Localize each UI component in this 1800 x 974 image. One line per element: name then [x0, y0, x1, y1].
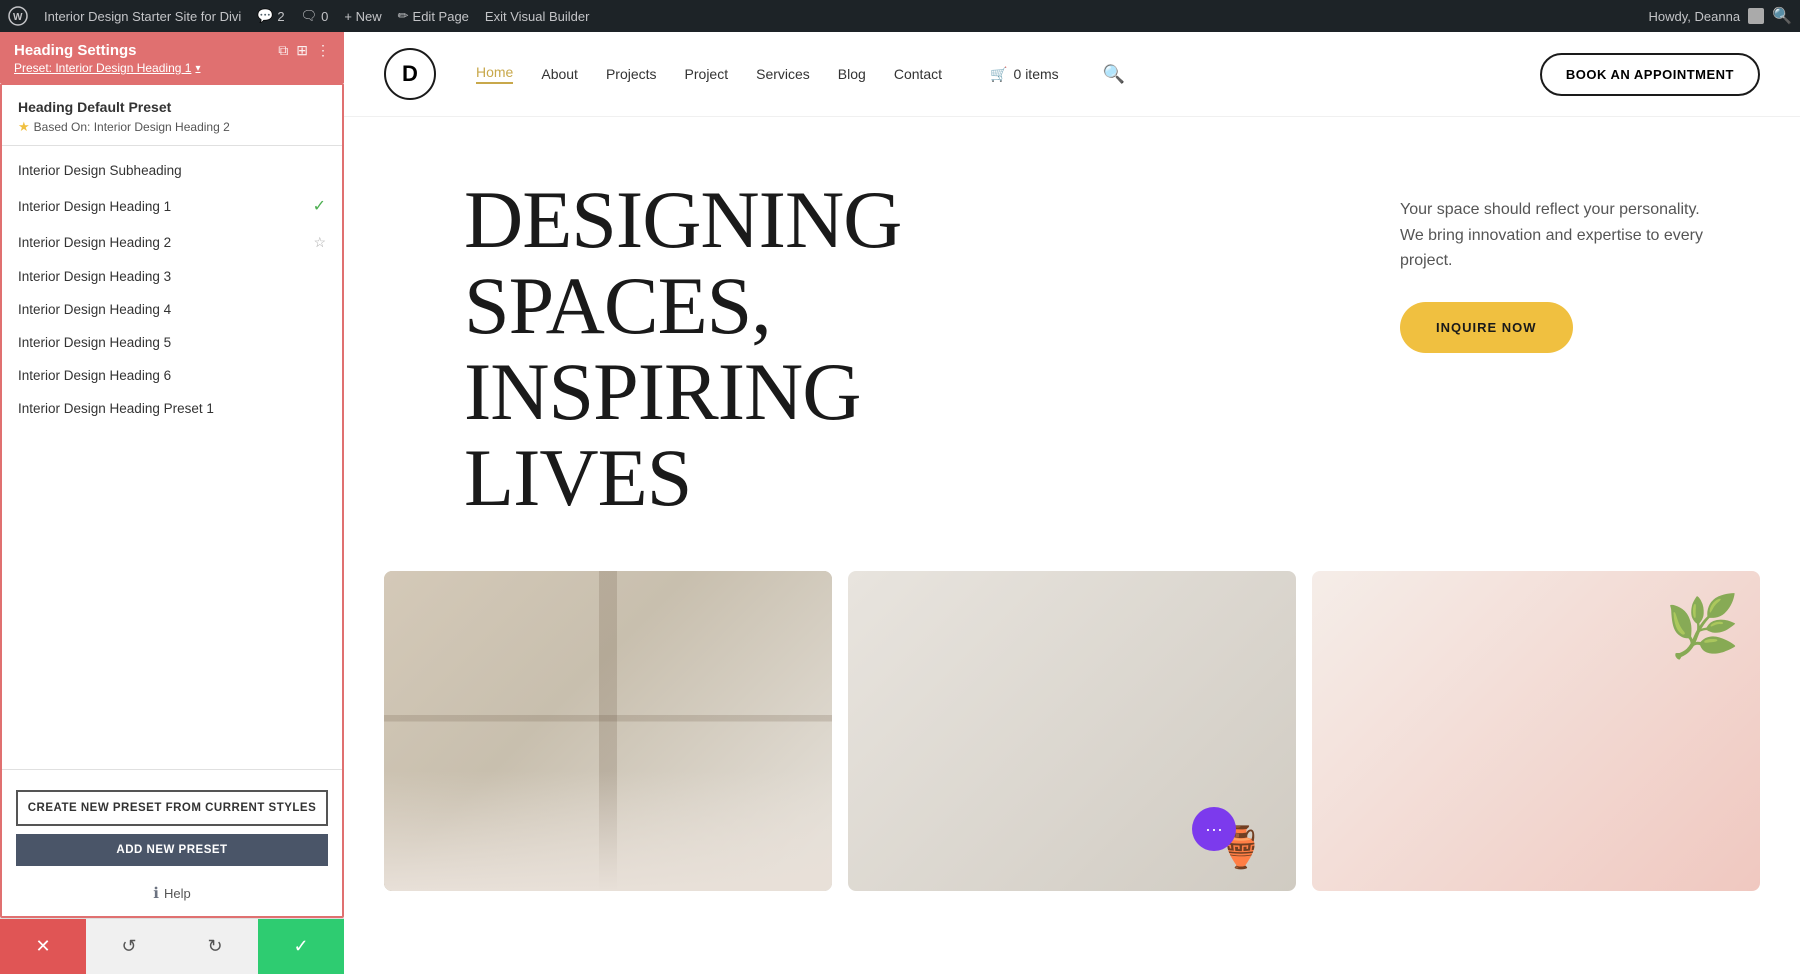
hero-image-3: 🌿	[1312, 571, 1760, 891]
preset-label[interactable]: Preset: Interior Design Heading 1 ▾	[14, 61, 330, 75]
hero-image-2: 🏺 ···	[848, 571, 1296, 891]
close-button[interactable]: ✕	[0, 919, 86, 974]
preset-item-heading1[interactable]: Interior Design Heading 1 ✓	[2, 187, 342, 225]
site-nav-links: Home About Projects Project Services Blo…	[476, 64, 1540, 85]
sofa-decoration	[384, 771, 832, 891]
user-avatar	[1748, 8, 1764, 24]
star-icon: ★	[18, 119, 30, 135]
cart-count: 0 items	[1014, 66, 1059, 82]
images-row: 🏺 ··· 🌿	[344, 571, 1800, 891]
preset-item-heading2[interactable]: Interior Design Heading 2 ☆	[2, 225, 342, 260]
preset-item-heading5[interactable]: Interior Design Heading 5	[2, 326, 342, 359]
branches-decoration: 🌿	[1665, 591, 1740, 662]
nav-link-contact[interactable]: Contact	[894, 66, 942, 82]
left-panel: Heading Settings ⧉ ⊞ ⋮ Preset: Interior …	[0, 32, 344, 974]
hero-image-1	[384, 571, 832, 891]
nav-link-project[interactable]: Project	[685, 66, 729, 82]
columns-icon[interactable]: ⊞	[296, 42, 308, 59]
create-preset-button[interactable]: CREATE NEW PRESET FROM CURRENT STYLES	[16, 790, 328, 826]
preset-caret-icon: ▾	[195, 63, 200, 74]
hero-text: DESIGNING SPACES, INSPIRING LIVES	[464, 177, 1360, 521]
hero-heading-line2: SPACES,	[464, 260, 771, 351]
website-preview: D Home About Projects Project Services B…	[344, 32, 1800, 974]
preset-item-subheading[interactable]: Interior Design Subheading	[2, 154, 342, 187]
help-label: Help	[164, 886, 191, 901]
site-name[interactable]: Interior Design Starter Site for Divi	[44, 9, 241, 24]
nav-link-projects[interactable]: Projects	[606, 66, 657, 82]
hero-section: DESIGNING SPACES, INSPIRING LIVES Your s…	[344, 117, 1800, 561]
site-nav: D Home About Projects Project Services B…	[344, 32, 1800, 117]
panel-header-icons: ⧉ ⊞ ⋮	[278, 42, 330, 59]
admin-bar-right: Howdy, Deanna 🔍	[1649, 6, 1792, 26]
book-appointment-button[interactable]: BOOK AN APPOINTMENT	[1540, 53, 1760, 96]
default-preset-based: ★ Based On: Interior Design Heading 2	[18, 119, 326, 135]
preset-item-heading4[interactable]: Interior Design Heading 4	[2, 293, 342, 326]
nav-link-blog[interactable]: Blog	[838, 66, 866, 82]
close-icon: ✕	[35, 936, 50, 957]
admin-bar: W Interior Design Starter Site for Divi …	[0, 0, 1800, 32]
save-button[interactable]: ✓	[258, 919, 344, 974]
cart-icon: 🛒	[990, 66, 1007, 83]
preset-panel: Heading Default Preset ★ Based On: Inter…	[0, 83, 344, 918]
exit-builder-button[interactable]: Exit Visual Builder	[485, 9, 590, 24]
right-content: D Home About Projects Project Services B…	[344, 32, 1800, 974]
edit-page-button[interactable]: ✏ Edit Page	[398, 8, 469, 24]
comments-count[interactable]: 💬 2	[257, 8, 284, 24]
copy-icon[interactable]: ⧉	[278, 42, 288, 59]
replies-count[interactable]: 🗨 0	[301, 8, 329, 24]
panel-header-top: Heading Settings ⧉ ⊞ ⋮	[14, 42, 330, 59]
default-preset: Heading Default Preset ★ Based On: Inter…	[2, 85, 342, 146]
preset-actions: CREATE NEW PRESET FROM CURRENT STYLES AD…	[2, 778, 342, 874]
more-icon[interactable]: ⋮	[316, 42, 330, 59]
preset-divider	[2, 769, 342, 770]
nav-link-home[interactable]: Home	[476, 64, 513, 84]
panel-header: Heading Settings ⧉ ⊞ ⋮ Preset: Interior …	[0, 32, 344, 83]
save-icon: ✓	[293, 936, 308, 957]
site-logo: D	[384, 48, 436, 100]
redo-icon: ↻	[207, 936, 222, 957]
hero-heading-line1: DESIGNING	[464, 174, 901, 265]
hero-tagline: Your space should reflect your personali…	[1400, 197, 1720, 274]
add-preset-button[interactable]: ADD NEW PRESET	[16, 834, 328, 866]
preset-item-preset1[interactable]: Interior Design Heading Preset 1	[2, 392, 342, 425]
preset-item-heading3[interactable]: Interior Design Heading 3	[2, 260, 342, 293]
redo-button[interactable]: ↻	[172, 919, 258, 974]
help-link[interactable]: ℹ Help	[18, 884, 326, 902]
nav-cart[interactable]: 🛒 0 items	[990, 66, 1059, 83]
svg-text:W: W	[13, 12, 23, 23]
howdy-label: Howdy, Deanna	[1649, 9, 1741, 24]
help-icon: ℹ	[153, 884, 159, 902]
bottom-toolbar: ✕ ↺ ↻ ✓	[0, 918, 344, 974]
inquire-button[interactable]: INQUIRE NOW	[1400, 302, 1573, 353]
undo-icon: ↺	[121, 936, 136, 957]
preset-list: Interior Design Subheading Interior Desi…	[2, 146, 342, 761]
hero-heading: DESIGNING SPACES, INSPIRING LIVES	[464, 177, 1064, 521]
admin-search-icon[interactable]: 🔍	[1772, 6, 1792, 26]
undo-button[interactable]: ↺	[86, 919, 172, 974]
nav-link-services[interactable]: Services	[756, 66, 810, 82]
preset-item-heading6[interactable]: Interior Design Heading 6	[2, 359, 342, 392]
wp-logo[interactable]: W	[8, 6, 28, 26]
star-outline-icon: ☆	[313, 234, 326, 251]
new-button[interactable]: + New	[344, 9, 381, 24]
hero-heading-line3: INSPIRING LIVES	[464, 346, 860, 523]
nav-search-icon[interactable]: 🔍	[1103, 64, 1125, 85]
main-layout: Heading Settings ⧉ ⊞ ⋮ Preset: Interior …	[0, 0, 1800, 974]
hero-right: Your space should reflect your personali…	[1360, 177, 1720, 353]
nav-link-about[interactable]: About	[541, 66, 578, 82]
preset-help: ℹ Help	[2, 874, 342, 916]
panel-title: Heading Settings	[14, 42, 137, 59]
default-preset-title: Heading Default Preset	[18, 99, 326, 115]
active-check-icon: ✓	[313, 196, 326, 216]
